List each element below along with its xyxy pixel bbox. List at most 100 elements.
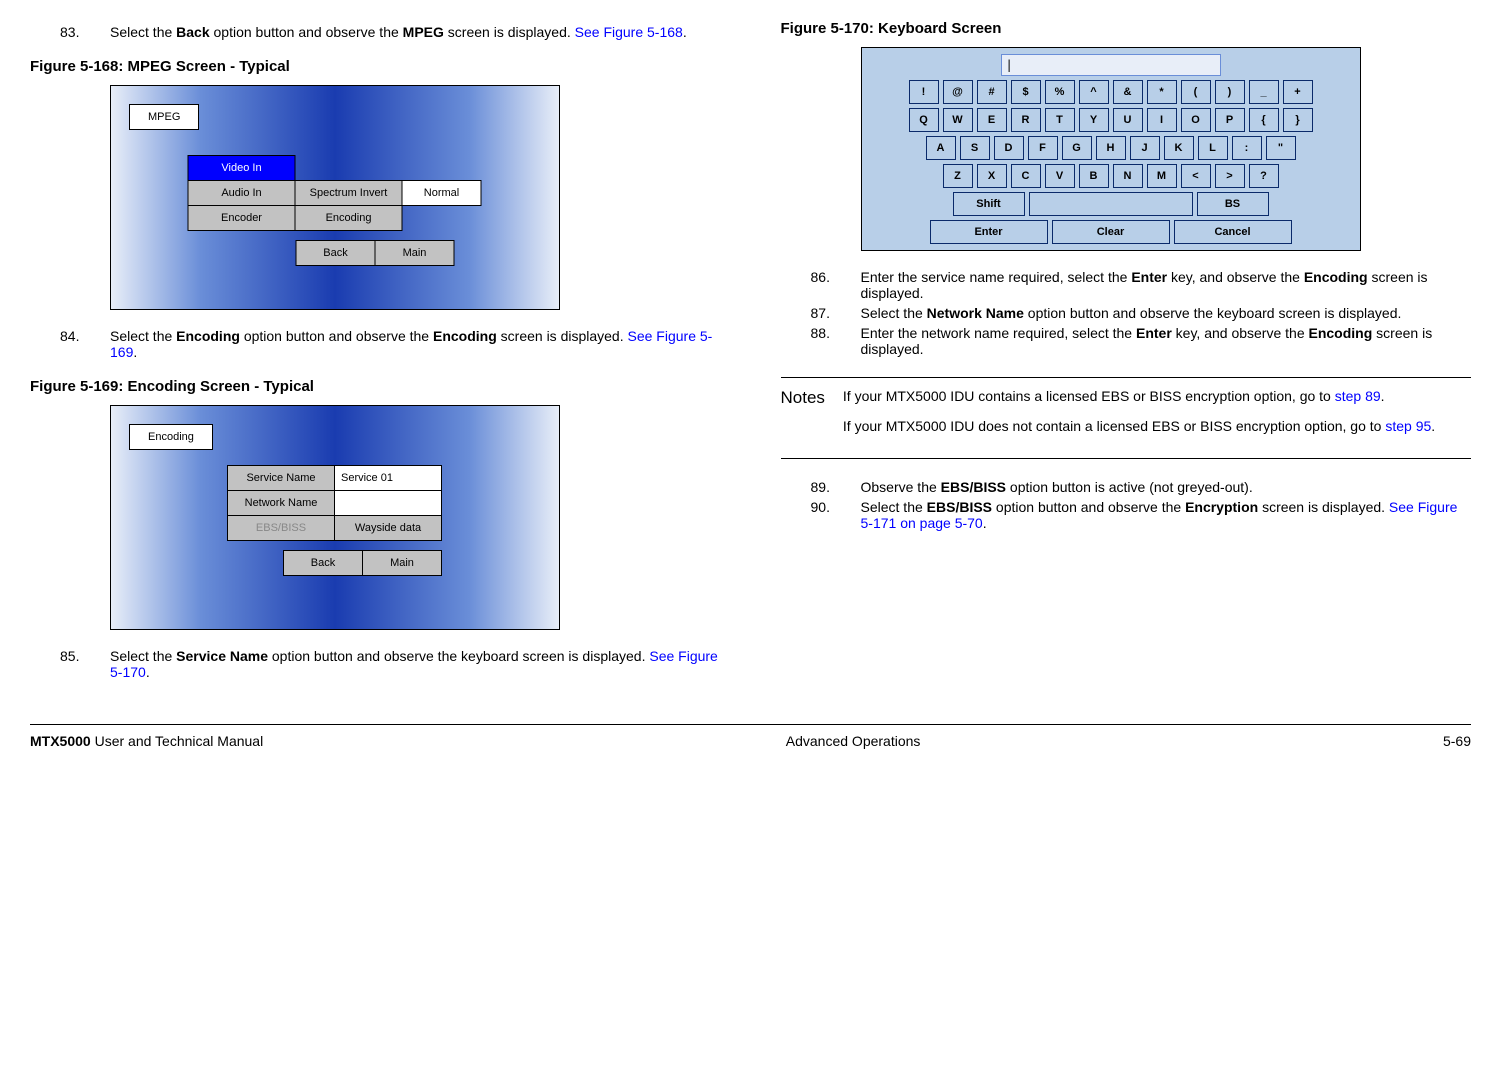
- key[interactable]: ": [1266, 136, 1296, 160]
- link-figure-168[interactable]: See Figure 5-168: [575, 24, 683, 40]
- key[interactable]: R: [1011, 108, 1041, 132]
- mpeg-menu: Video In Audio In Spectrum Invert Normal…: [189, 156, 482, 266]
- step-number: 89.: [811, 479, 861, 495]
- key[interactable]: A: [926, 136, 956, 160]
- key[interactable]: (: [1181, 80, 1211, 104]
- back-button[interactable]: Back: [296, 240, 376, 266]
- key[interactable]: H: [1096, 136, 1126, 160]
- key[interactable]: ?: [1249, 164, 1279, 188]
- step-text: Select the Back option button and observ…: [110, 24, 721, 40]
- page-footer: MTX5000 User and Technical Manual Advanc…: [30, 724, 1471, 749]
- key[interactable]: L: [1198, 136, 1228, 160]
- step-number: 83.: [60, 24, 110, 40]
- key[interactable]: X: [977, 164, 1007, 188]
- encoding-button[interactable]: Encoding: [295, 205, 403, 231]
- mpeg-tag: MPEG: [129, 104, 199, 130]
- encoding-screen: Encoding Service Name Service 01 Network…: [110, 405, 560, 630]
- main-button[interactable]: Main: [362, 550, 442, 576]
- key[interactable]: U: [1113, 108, 1143, 132]
- key[interactable]: G: [1062, 136, 1092, 160]
- key[interactable]: {: [1249, 108, 1279, 132]
- key[interactable]: S: [960, 136, 990, 160]
- clear-key[interactable]: Clear: [1052, 220, 1170, 244]
- step-86: 86. Enter the service name required, sel…: [811, 269, 1472, 301]
- key[interactable]: T: [1045, 108, 1075, 132]
- key[interactable]: J: [1130, 136, 1160, 160]
- key[interactable]: &: [1113, 80, 1143, 104]
- text-bold: EBS/BISS: [927, 499, 992, 515]
- text: screen is displayed.: [1258, 499, 1389, 515]
- link-step-95[interactable]: step 95: [1385, 418, 1431, 434]
- wayside-data-button[interactable]: Wayside data: [334, 515, 442, 541]
- key[interactable]: }: [1283, 108, 1313, 132]
- text: option button and observe the: [992, 499, 1185, 515]
- ebs-biss-button[interactable]: EBS/BISS: [227, 515, 335, 541]
- key[interactable]: :: [1232, 136, 1262, 160]
- keyboard-row-1: ! @ # $ % ^ & * ( ) _ +: [909, 80, 1313, 104]
- key[interactable]: O: [1181, 108, 1211, 132]
- key[interactable]: M: [1147, 164, 1177, 188]
- backspace-key[interactable]: BS: [1197, 192, 1269, 216]
- keyboard-row-modifiers: Shift BS: [953, 192, 1269, 216]
- key[interactable]: D: [994, 136, 1024, 160]
- main-button[interactable]: Main: [375, 240, 455, 266]
- key[interactable]: ^: [1079, 80, 1109, 104]
- text-bold: Encoding: [433, 328, 497, 344]
- key[interactable]: N: [1113, 164, 1143, 188]
- keyboard-row-3: A S D F G H J K L : ": [926, 136, 1296, 160]
- link-step-89[interactable]: step 89: [1335, 388, 1381, 404]
- cursor: |: [1006, 58, 1013, 72]
- keyboard-input[interactable]: |: [1001, 54, 1221, 76]
- footer-center: Advanced Operations: [786, 733, 921, 749]
- key[interactable]: Q: [909, 108, 939, 132]
- key[interactable]: ): [1215, 80, 1245, 104]
- key[interactable]: K: [1164, 136, 1194, 160]
- audio-in-button[interactable]: Audio In: [188, 180, 296, 206]
- service-name-button[interactable]: Service Name: [227, 465, 335, 491]
- key[interactable]: E: [977, 108, 1007, 132]
- key[interactable]: V: [1045, 164, 1075, 188]
- key[interactable]: !: [909, 80, 939, 104]
- encoder-button[interactable]: Encoder: [188, 205, 296, 231]
- text: key, and observe the: [1167, 269, 1304, 285]
- enter-key[interactable]: Enter: [930, 220, 1048, 244]
- text: .: [1431, 418, 1435, 434]
- key[interactable]: C: [1011, 164, 1041, 188]
- text: .: [983, 515, 987, 531]
- key[interactable]: <: [1181, 164, 1211, 188]
- key[interactable]: F: [1028, 136, 1058, 160]
- back-button[interactable]: Back: [283, 550, 363, 576]
- key[interactable]: %: [1045, 80, 1075, 104]
- space-key[interactable]: [1029, 192, 1193, 216]
- key[interactable]: *: [1147, 80, 1177, 104]
- key[interactable]: W: [943, 108, 973, 132]
- key[interactable]: Y: [1079, 108, 1109, 132]
- key[interactable]: #: [977, 80, 1007, 104]
- network-name-button[interactable]: Network Name: [227, 490, 335, 516]
- text: .: [146, 664, 150, 680]
- key[interactable]: @: [943, 80, 973, 104]
- key[interactable]: Z: [943, 164, 973, 188]
- keyboard-row-2: Q W E R T Y U I O P { }: [909, 108, 1313, 132]
- key[interactable]: +: [1283, 80, 1313, 104]
- key[interactable]: $: [1011, 80, 1041, 104]
- step-number: 86.: [811, 269, 861, 301]
- text-bold: MPEG: [403, 24, 444, 40]
- key[interactable]: P: [1215, 108, 1245, 132]
- key[interactable]: I: [1147, 108, 1177, 132]
- text: .: [133, 344, 137, 360]
- text-bold: Encoding: [1304, 269, 1368, 285]
- shift-key[interactable]: Shift: [953, 192, 1025, 216]
- spectrum-invert-button[interactable]: Spectrum Invert: [295, 180, 403, 206]
- text: option button and observe the: [210, 24, 403, 40]
- encoding-menu: Service Name Service 01 Network Name EBS…: [228, 466, 442, 576]
- key[interactable]: >: [1215, 164, 1245, 188]
- key[interactable]: B: [1079, 164, 1109, 188]
- cancel-key[interactable]: Cancel: [1174, 220, 1292, 244]
- step-text: Enter the network name required, select …: [861, 325, 1472, 357]
- footer-left: MTX5000 User and Technical Manual: [30, 733, 263, 749]
- network-name-value: [334, 490, 442, 516]
- video-in-button[interactable]: Video In: [188, 155, 296, 181]
- notes-label: Notes: [781, 388, 825, 448]
- key[interactable]: _: [1249, 80, 1279, 104]
